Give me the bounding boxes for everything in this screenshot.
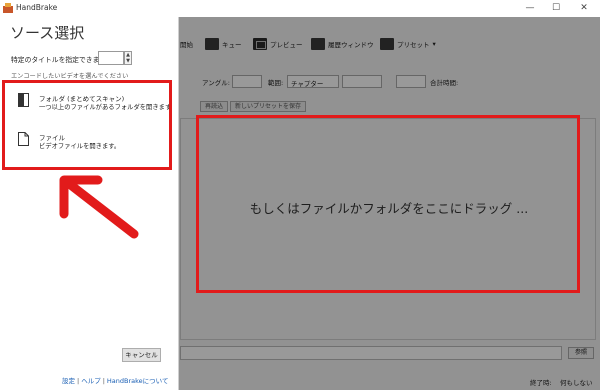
settings-link[interactable]: 設定	[62, 377, 75, 385]
title-spec-label: 特定のタイトルを指定できます:	[11, 56, 109, 64]
options-highlight-box	[2, 80, 172, 170]
drop-zone-highlight-box	[196, 115, 580, 293]
handbrake-logo-icon	[3, 3, 13, 13]
title-bar: HandBrake — ☐ ✕	[0, 0, 600, 17]
red-arrow-icon	[59, 175, 139, 239]
panel-title: ソース選択	[10, 24, 85, 42]
close-button[interactable]: ✕	[574, 2, 594, 14]
title-number-input[interactable]	[98, 51, 124, 65]
window-title: HandBrake	[16, 3, 58, 12]
maximize-button[interactable]: ☐	[546, 2, 566, 14]
help-link[interactable]: ヘルプ	[81, 377, 101, 385]
panel-hint: エンコードしたいビデオを選んでください	[11, 73, 129, 80]
minimize-button[interactable]: —	[520, 2, 540, 14]
about-link[interactable]: HandBrakeについて	[107, 377, 169, 385]
cancel-button[interactable]: キャンセル	[122, 348, 161, 362]
title-number-spinner[interactable]: ▲ ▼	[124, 51, 132, 65]
footer-links: 設定 | ヘルプ | HandBrakeについて	[62, 375, 168, 385]
